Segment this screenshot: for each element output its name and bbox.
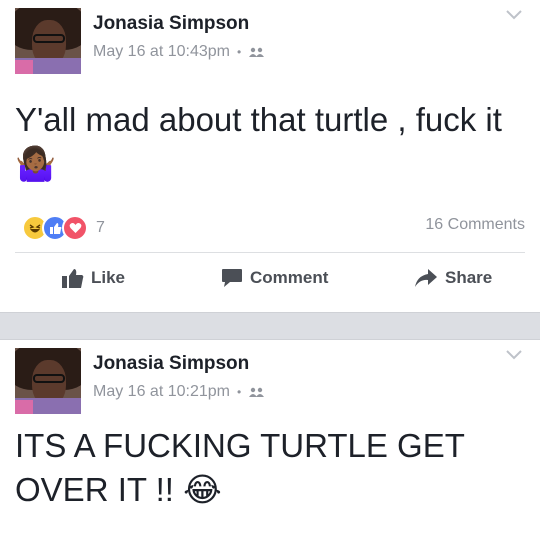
comment-button[interactable]: Comment (221, 268, 328, 288)
post-actions: Like Comment Share (0, 268, 540, 298)
meta-separator: • (236, 385, 242, 399)
share-label: Share (445, 268, 493, 287)
like-label: Like (91, 268, 126, 287)
post-timestamp[interactable]: May 16 at 10:21pm (93, 383, 230, 401)
comment-count-link[interactable]: 16 Comments (425, 216, 525, 234)
post-1: Jonasia Simpson May 16 at 10:43pm • Y'al… (0, 0, 540, 312)
share-button[interactable]: Share (414, 268, 492, 288)
action-divider (15, 252, 525, 253)
author-avatar[interactable] (15, 8, 81, 74)
author-name[interactable]: Jonasia Simpson (93, 13, 249, 35)
comment-label: Comment (250, 268, 329, 287)
share-arrow-icon (415, 269, 437, 287)
author-avatar[interactable] (15, 348, 81, 414)
post-2: Jonasia Simpson May 16 at 10:21pm • ITS … (0, 340, 540, 553)
love-reaction-icon (62, 215, 88, 241)
friends-icon[interactable] (248, 387, 266, 397)
post-meta: May 16 at 10:43pm • (93, 43, 266, 61)
post-timestamp[interactable]: May 16 at 10:43pm (93, 43, 230, 61)
friends-icon[interactable] (248, 47, 266, 57)
post-meta: May 16 at 10:21pm • (93, 383, 266, 401)
reaction-count: 7 (96, 219, 105, 236)
chevron-down-icon[interactable] (506, 350, 522, 360)
comment-bubble-icon (222, 269, 242, 287)
post-text: ITS A FUCKING TURTLE GET OVER IT !! 😂 (15, 427, 465, 508)
thumbs-up-icon (62, 269, 84, 288)
like-button[interactable]: Like (62, 268, 125, 288)
reactions-summary[interactable]: 7 (22, 215, 105, 241)
author-name[interactable]: Jonasia Simpson (93, 353, 249, 375)
meta-separator: • (236, 45, 242, 59)
post-separator (0, 312, 540, 340)
chevron-down-icon[interactable] (506, 10, 522, 20)
post-text: Y'all mad about that turtle , fuck it 🤷🏾… (15, 101, 502, 182)
